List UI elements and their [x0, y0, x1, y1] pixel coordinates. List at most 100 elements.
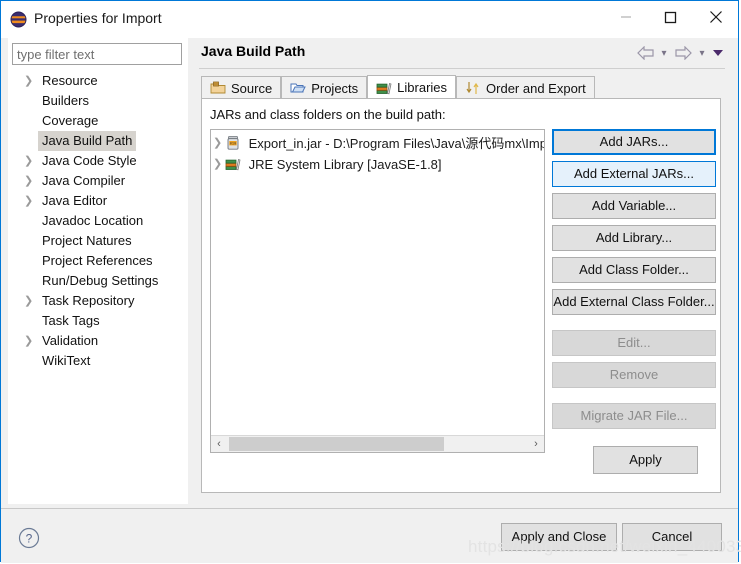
- minimize-icon: [620, 16, 631, 18]
- minimize-button[interactable]: [603, 1, 648, 33]
- sidebar-item-label: Java Editor: [42, 193, 108, 208]
- build-path-entries-list[interactable]: ❯ 010 Export_in.jar - D:\Program Files\J…: [210, 129, 545, 453]
- add-library-button[interactable]: Add Library...: [552, 225, 716, 251]
- settings-tree: ❯ Resource Builders Coverage Java Build …: [8, 71, 188, 371]
- add-external-jars-button[interactable]: Add External JARs...: [552, 161, 716, 187]
- header-divider: [199, 68, 725, 69]
- scroll-left-arrow-icon[interactable]: ‹: [211, 436, 227, 452]
- close-icon: [709, 11, 722, 23]
- sidebar-item-java-editor[interactable]: ❯ Java Editor: [8, 191, 188, 211]
- sidebar-item-label: Project Natures: [42, 233, 132, 248]
- horizontal-scrollbar[interactable]: ‹ ›: [211, 435, 544, 452]
- build-path-actions: Add JARs... Add External JARs... Add Var…: [552, 129, 716, 435]
- sidebar-item-java-code-style[interactable]: ❯ Java Code Style: [8, 151, 188, 171]
- libraries-books-icon: [225, 156, 241, 172]
- sidebar-item-javadoc-location[interactable]: Javadoc Location: [8, 211, 188, 231]
- filter-input[interactable]: [12, 43, 182, 65]
- apply-button[interactable]: Apply: [593, 446, 698, 474]
- tab-label: Libraries: [397, 80, 448, 95]
- sidebar-item-label: Java Compiler: [42, 173, 126, 188]
- add-jars-button[interactable]: Add JARs...: [552, 129, 716, 155]
- tab-source[interactable]: Source: [201, 76, 282, 99]
- close-button[interactable]: [693, 1, 738, 33]
- sidebar-item-builders[interactable]: Builders: [8, 91, 188, 111]
- sidebar-item-coverage[interactable]: Coverage: [8, 111, 188, 131]
- page-header: Java Build Path ▾ ▾: [189, 38, 733, 69]
- sidebar-item-project-references[interactable]: Project References: [8, 251, 188, 271]
- sidebar-item-project-natures[interactable]: Project Natures: [8, 231, 188, 251]
- open-folder-icon: [290, 80, 307, 96]
- sidebar-item-validation[interactable]: ❯ Validation: [8, 331, 188, 351]
- sidebar-item-task-tags[interactable]: Task Tags: [8, 311, 188, 331]
- chevron-right-icon[interactable]: ❯: [24, 151, 34, 171]
- tab-libraries[interactable]: Libraries: [367, 75, 457, 99]
- sidebar-item-java-compiler[interactable]: ❯ Java Compiler: [8, 171, 188, 191]
- svg-text:010: 010: [230, 143, 236, 147]
- back-arrow-icon[interactable]: [635, 44, 655, 62]
- maximize-icon: [664, 11, 677, 23]
- page-nav-controls: ▾ ▾: [635, 44, 725, 62]
- sidebar-item-label: Coverage: [42, 113, 99, 128]
- tab-label: Order and Export: [486, 80, 586, 96]
- apply-and-close-button[interactable]: Apply and Close: [501, 523, 617, 551]
- forward-dropdown-icon[interactable]: ▾: [695, 44, 709, 62]
- jar-icon: 010: [225, 135, 241, 151]
- migrate-jar-file-button: Migrate JAR File...: [552, 403, 716, 429]
- forward-arrow-icon[interactable]: [673, 44, 693, 62]
- list-item-label: JRE System Library [JavaSE-1.8]: [248, 157, 442, 172]
- add-class-folder-button[interactable]: Add Class Folder...: [552, 257, 716, 283]
- sidebar-item-label: Project References: [42, 253, 153, 268]
- back-dropdown-icon[interactable]: ▾: [657, 44, 671, 62]
- sidebar-item-label: Task Tags: [42, 313, 100, 328]
- page-pane: Java Build Path ▾ ▾ Source Projects Libr…: [189, 38, 733, 504]
- chevron-right-icon[interactable]: ❯: [24, 171, 34, 191]
- dialog-footer: ? Apply and Close Cancel: [1, 509, 738, 563]
- sidebar-item-run-debug-settings[interactable]: Run/Debug Settings: [8, 271, 188, 291]
- libraries-tab-panel: JARs and class folders on the build path…: [201, 98, 721, 493]
- svg-text:?: ?: [26, 532, 33, 546]
- help-question-icon[interactable]: ?: [18, 527, 40, 549]
- chevron-right-icon[interactable]: ❯: [24, 331, 34, 351]
- edit-button: Edit...: [552, 330, 716, 356]
- sidebar-item-java-build-path[interactable]: Java Build Path: [8, 131, 188, 151]
- dialog-body: ❯ Resource Builders Coverage Java Build …: [1, 38, 738, 563]
- chevron-right-icon[interactable]: ❯: [213, 133, 223, 154]
- chevron-right-icon[interactable]: ❯: [24, 291, 34, 311]
- add-variable-button[interactable]: Add Variable...: [552, 193, 716, 219]
- remove-button: Remove: [552, 362, 716, 388]
- sidebar-item-label: Java Build Path: [38, 131, 137, 151]
- sidebar-item-label: Validation: [42, 333, 99, 348]
- list-item[interactable]: ❯ 010 Export_in.jar - D:\Program Files\J…: [211, 133, 544, 154]
- sidebar-item-label: Resource: [42, 73, 98, 88]
- title-bar: Properties for Import: [1, 1, 738, 38]
- tab-projects[interactable]: Projects: [281, 76, 368, 99]
- maximize-button[interactable]: [648, 1, 693, 33]
- page-title: Java Build Path: [201, 43, 306, 59]
- scroll-right-arrow-icon[interactable]: ›: [528, 436, 544, 452]
- window-title: Properties for Import: [34, 10, 162, 26]
- page-menu-icon[interactable]: [711, 44, 725, 62]
- list-item[interactable]: ❯ JRE System Library [JavaSE-1.8]: [211, 154, 544, 175]
- add-external-class-folder-button[interactable]: Add External Class Folder...: [552, 289, 716, 315]
- scrollbar-thumb[interactable]: [229, 437, 444, 451]
- sidebar-item-label: Run/Debug Settings: [42, 273, 159, 288]
- order-arrows-icon: [465, 80, 481, 96]
- build-path-list-label: JARs and class folders on the build path…: [210, 107, 446, 122]
- chevron-right-icon[interactable]: ❯: [213, 154, 223, 175]
- sidebar-item-label: Task Repository: [42, 293, 135, 308]
- sidebar-item-resource[interactable]: ❯ Resource: [8, 71, 188, 91]
- eclipse-icon: [10, 11, 27, 28]
- sidebar-item-label: Java Code Style: [42, 153, 137, 168]
- settings-tree-pane: ❯ Resource Builders Coverage Java Build …: [8, 38, 188, 504]
- sidebar-item-label: WikiText: [42, 353, 91, 368]
- sidebar-item-label: Builders: [42, 93, 89, 108]
- chevron-right-icon[interactable]: ❯: [24, 71, 34, 91]
- sidebar-item-wikitext[interactable]: WikiText: [8, 351, 188, 371]
- sidebar-item-label: Javadoc Location: [42, 213, 144, 228]
- sidebar-item-task-repository[interactable]: ❯ Task Repository: [8, 291, 188, 311]
- tab-label: Source: [231, 80, 273, 96]
- chevron-right-icon[interactable]: ❯: [24, 191, 34, 211]
- properties-dialog: Properties for Import ❯ Res: [0, 0, 741, 563]
- cancel-button[interactable]: Cancel: [622, 523, 722, 551]
- tab-order-and-export[interactable]: Order and Export: [456, 76, 595, 99]
